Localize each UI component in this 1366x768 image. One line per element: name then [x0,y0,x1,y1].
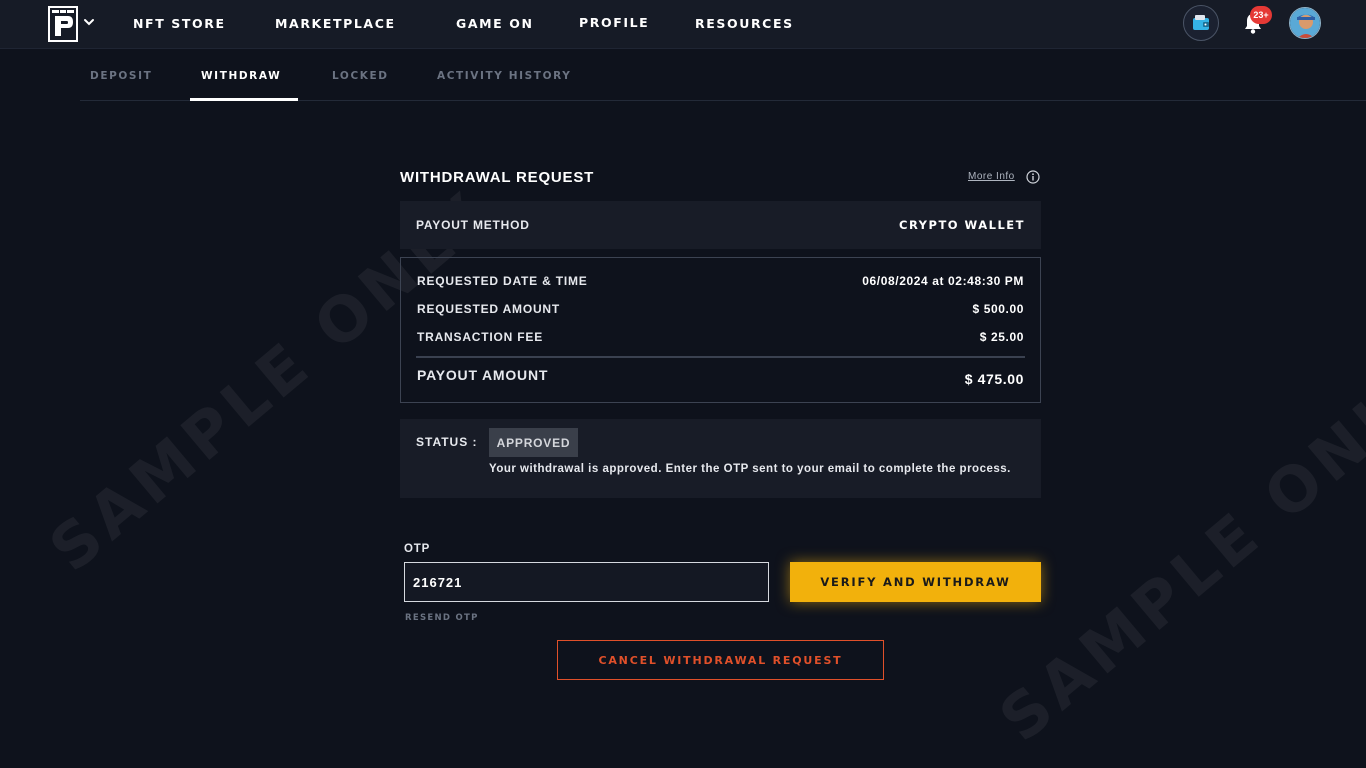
status-panel: STATUS : APPROVED Your withdrawal is app… [400,419,1041,498]
withdrawal-details: REQUESTED DATE & TIME 06/08/2024 at 02:4… [400,257,1041,403]
avatar-image [1290,8,1320,38]
nav-marketplace[interactable]: MARKETPLACE [275,16,396,32]
requested-amount-label: REQUESTED AMOUNT [417,302,561,316]
tab-locked[interactable]: LOCKED [332,70,389,82]
wallet-button[interactable] [1183,5,1219,41]
status-badge: APPROVED [489,428,578,457]
requested-amount-value: $ 500.00 [972,302,1024,316]
transaction-fee-value: $ 25.00 [979,330,1024,344]
nav-game-on[interactable]: GAME ON [456,16,534,32]
requested-date-value: 06/08/2024 at 02:48:30 PM [862,274,1024,288]
cancel-withdrawal-button[interactable]: CANCEL WITHDRAWAL REQUEST [557,640,884,680]
info-icon[interactable] [1026,170,1040,184]
otp-input[interactable] [404,562,769,602]
verify-and-withdraw-button[interactable]: VERIFY AND WITHDRAW [790,562,1041,602]
tab-activity-history[interactable]: ACTIVITY HISTORY [437,70,571,82]
transaction-fee-label: TRANSACTION FEE [417,330,543,344]
payout-method-value: CRYPTO WALLET [899,218,1025,232]
user-avatar[interactable] [1289,7,1321,39]
nav-resources[interactable]: RESOURCES [695,16,794,32]
payout-method-row: PAYOUT METHOD CRYPTO WALLET [400,201,1041,249]
status-message: Your withdrawal is approved. Enter the O… [489,463,1011,475]
details-divider [416,356,1025,358]
nav-nft-store[interactable]: NFT STORE [133,16,226,32]
top-nav-bar: NFT STORE MARKETPLACE GAME ON PROFILE RE… [0,0,1366,49]
chevron-down-icon[interactable] [82,15,96,29]
payout-method-label: PAYOUT METHOD [416,218,530,232]
otp-label: OTP [404,543,431,555]
active-tab-indicator [190,98,298,101]
status-label: STATUS : [416,435,478,449]
nav-profile[interactable]: PROFILE [579,15,649,31]
wallet-icon [1193,15,1209,30]
more-info-link[interactable]: More Info [968,171,1015,182]
tab-withdraw[interactable]: WITHDRAW [201,70,281,82]
resend-otp-link[interactable]: RESEND OTP [405,613,479,623]
requested-date-label: REQUESTED DATE & TIME [417,274,588,288]
payout-amount-value: $ 475.00 [964,371,1024,387]
tab-deposit[interactable]: DEPOSIT [90,70,152,82]
withdrawal-request-title: WITHDRAWAL REQUEST [400,169,595,186]
watermark-right: SAMPLE ONLY [985,347,1366,756]
payout-amount-label: PAYOUT AMOUNT [417,367,549,383]
wallet-tabs: DEPOSIT WITHDRAW LOCKED ACTIVITY HISTORY [80,50,1366,101]
brand-logo[interactable] [48,6,78,42]
notification-badge: 23+ [1250,6,1272,24]
